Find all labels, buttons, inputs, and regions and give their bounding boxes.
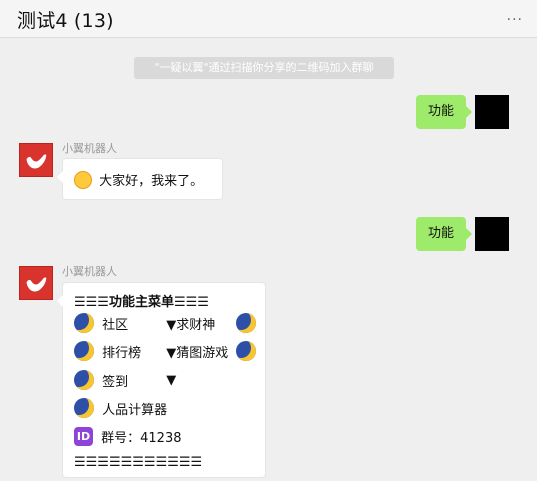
menu-row: 人品计算器	[74, 398, 167, 418]
more-options-icon[interactable]: ···	[507, 12, 523, 28]
bot-avatar[interactable]	[19, 266, 53, 300]
sender-name: 小翼机器人	[62, 265, 117, 278]
moon-icon	[236, 313, 257, 333]
bird-logo-icon	[26, 154, 47, 169]
menu-item-checkin: 签到	[102, 374, 129, 390]
bird-logo-icon	[26, 277, 47, 292]
moon-icon	[74, 341, 94, 361]
moon-icon	[74, 398, 94, 418]
chat-title: 测试4 (13)	[17, 10, 114, 32]
bot-avatar[interactable]	[19, 143, 53, 177]
smile-emoji-icon	[74, 170, 92, 189]
sender-name: 小翼机器人	[62, 142, 117, 155]
chat-header: 测试4 (13) ···	[0, 0, 537, 38]
menu-row: 签到 ▼	[74, 370, 176, 390]
self-avatar[interactable]	[475, 95, 509, 129]
self-avatar[interactable]	[475, 217, 509, 251]
menu-item-character-calculator: 人品计算器	[102, 402, 168, 418]
menu-header: ☰☰☰功能主菜单☰☰☰	[74, 295, 209, 310]
menu-row: 排行榜 ▼猜图游戏	[74, 341, 257, 361]
menu-footer: ☰☰☰☰☰☰☰☰☰☰☰	[74, 455, 203, 470]
outgoing-message[interactable]: 功能	[416, 95, 473, 129]
menu-item-ranking: 排行榜	[102, 345, 142, 361]
menu-item-arrow: ▼	[166, 372, 177, 388]
system-notice: "一疑以翼"通过扫描你分享的二维码加入群聊	[134, 57, 394, 79]
message-text: 大家好，我来了。	[99, 174, 204, 189]
menu-row: 社区 ▼求财神	[74, 313, 257, 333]
menu-item-fortune: ▼求财神	[166, 317, 216, 333]
moon-icon	[236, 341, 257, 361]
menu-message[interactable]: ☰☰☰功能主菜单☰☰☰ 社区 ▼求财神 排行榜 ▼猜图游戏 签到 ▼ 人品计算器…	[57, 282, 266, 478]
menu-item-guess-game: ▼猜图游戏	[166, 345, 229, 361]
outgoing-message[interactable]: 功能	[416, 217, 473, 251]
menu-row: ID 群号：41238	[74, 427, 182, 446]
incoming-message[interactable]: 大家好，我来了。	[57, 158, 223, 200]
group-number: 群号：41238	[101, 431, 182, 446]
moon-icon	[74, 313, 94, 333]
menu-item-community: 社区	[102, 317, 129, 333]
moon-icon	[74, 370, 94, 390]
id-icon: ID	[74, 427, 93, 446]
